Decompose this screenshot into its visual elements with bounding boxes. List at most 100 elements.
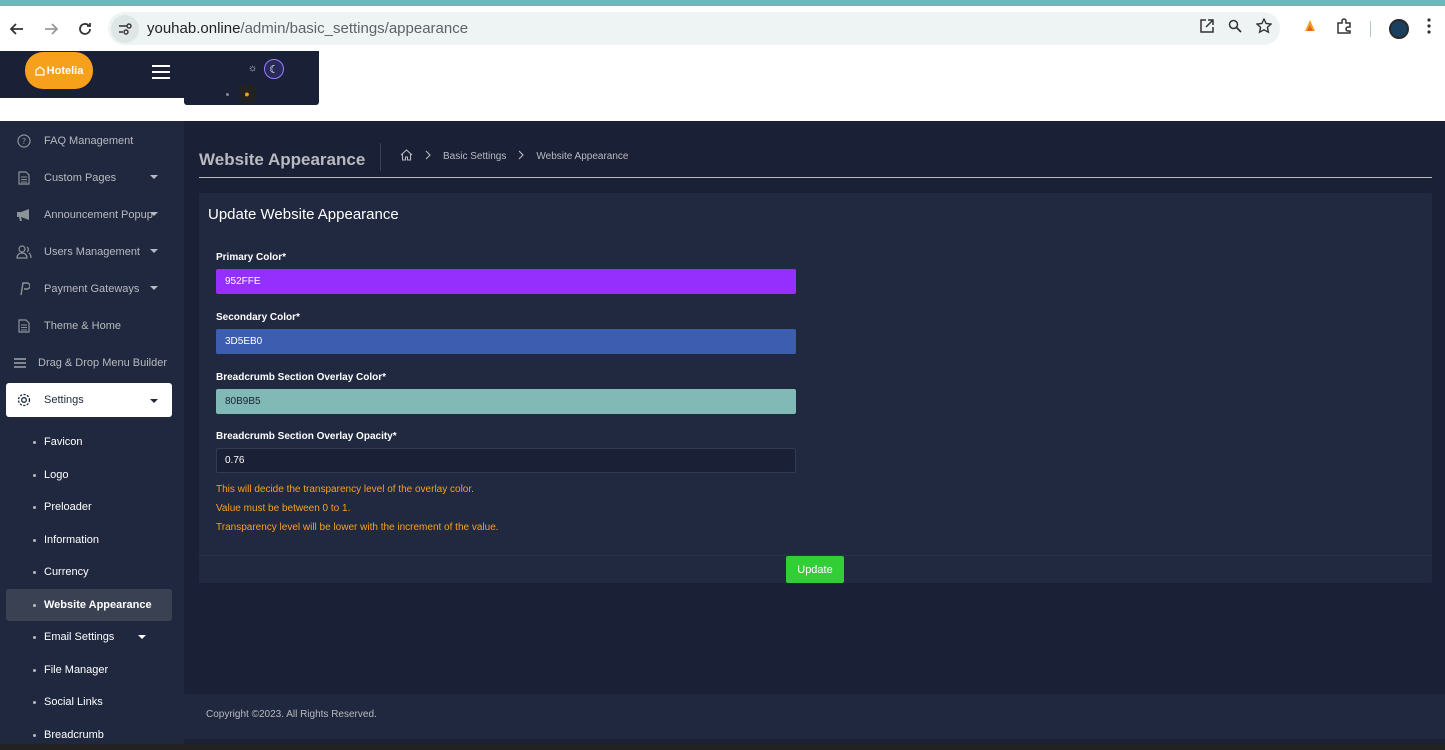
- sidebar-item-users-management[interactable]: Users Management: [0, 233, 184, 270]
- browser-menu-icon[interactable]: [1427, 18, 1431, 39]
- app-header: Hotelia ☼ ☾ ●: [0, 51, 1445, 121]
- caret-down-icon: [150, 286, 158, 290]
- overlay-opacity-group: Breadcrumb Section Overlay Opacity* 0.76…: [216, 431, 796, 537]
- address-bar[interactable]: youhab.online/admin/basic_settings/appea…: [108, 12, 1280, 45]
- secondary-color-label: Secondary Color*: [216, 312, 300, 323]
- update-button[interactable]: Update: [786, 556, 844, 583]
- submenu-item-email-settings[interactable]: Email Settings: [0, 621, 184, 654]
- submenu-item-label: Email Settings: [44, 631, 115, 644]
- back-icon[interactable]: [0, 12, 34, 46]
- page-footer: Copyright ©2023. All Rights Reserved.: [184, 694, 1445, 739]
- submenu-item-currency[interactable]: Currency: [0, 556, 184, 589]
- main-content: Website Appearance Basic Settings Websit…: [184, 121, 1445, 750]
- browser-toolbar: youhab.online/admin/basic_settings/appea…: [0, 6, 1445, 51]
- overlay-color-input[interactable]: 80B9B5: [216, 389, 796, 414]
- profile-avatar[interactable]: [1389, 18, 1409, 39]
- zoom-icon[interactable]: [1228, 19, 1242, 38]
- file-icon: [16, 318, 32, 334]
- card-title: Update Website Appearance: [208, 206, 399, 223]
- sidebar-item-label: FAQ Management: [44, 134, 134, 147]
- sidebar-item-label: Users Management: [44, 245, 140, 258]
- sidebar-item-label: Settings: [44, 394, 84, 406]
- extensions-puzzle-icon[interactable]: [1336, 18, 1352, 39]
- submenu-item-file-manager[interactable]: File Manager: [0, 654, 184, 687]
- sidebar-item-label: Theme & Home: [44, 319, 122, 332]
- submenu-item-website-appearance[interactable]: Website Appearance: [6, 588, 172, 621]
- toolbar-divider: [1370, 20, 1371, 37]
- users-icon: [16, 244, 32, 260]
- overlay-color-group: Breadcrumb Section Overlay Color* 80B9B5: [216, 372, 796, 414]
- status-dot: [226, 93, 229, 96]
- logo-text: Hotelia: [46, 64, 84, 77]
- gear-icon: [16, 392, 32, 408]
- copyright-text: Copyright ©2023. All Rights Reserved.: [206, 709, 377, 720]
- primary-color-input[interactable]: 952FFE: [216, 269, 796, 294]
- sidebar-item-label: Drag & Drop Menu Builder: [38, 356, 168, 369]
- submenu-item-logo[interactable]: Logo: [0, 459, 184, 492]
- submenu-item-label: Preloader: [44, 501, 92, 514]
- page-title: Website Appearance: [199, 150, 366, 169]
- breadcrumb-item-basic-settings[interactable]: Basic Settings: [443, 151, 506, 162]
- sidebar-item-faq[interactable]: ? FAQ Management: [0, 122, 184, 159]
- primary-color-group: Primary Color* 952FFE: [216, 252, 796, 294]
- overlay-opacity-input[interactable]: 0.76: [216, 448, 796, 473]
- caret-down-icon: [150, 399, 158, 403]
- file-icon: [16, 170, 32, 186]
- moon-icon[interactable]: ☾: [264, 59, 284, 79]
- question-circle-icon: ?: [16, 133, 32, 149]
- reload-icon[interactable]: [68, 12, 102, 46]
- submenu-item-favicon[interactable]: Favicon: [0, 426, 184, 459]
- home-icon[interactable]: [400, 149, 413, 164]
- megaphone-icon: [16, 207, 32, 223]
- menu-toggle-icon[interactable]: [152, 65, 170, 79]
- submenu-item-label: Favicon: [44, 436, 83, 449]
- overlay-opacity-label: Breadcrumb Section Overlay Opacity*: [216, 431, 397, 442]
- help-line: Transparency level will be lower with th…: [216, 522, 499, 533]
- primary-color-label: Primary Color*: [216, 252, 287, 263]
- caret-down-icon: [150, 175, 158, 179]
- site-info-icon[interactable]: [111, 14, 139, 43]
- help-line: Value must be between 0 to 1.: [216, 503, 351, 514]
- caret-down-icon: [138, 635, 146, 639]
- submenu-item-label: Social Links: [44, 696, 103, 709]
- submenu-item-preloader[interactable]: Preloader: [0, 491, 184, 524]
- bookmark-star-icon[interactable]: [1255, 17, 1273, 39]
- submenu-item-label: Currency: [44, 566, 89, 579]
- avatar[interactable]: ●: [239, 85, 255, 103]
- sidebar-item-label: Custom Pages: [44, 171, 117, 184]
- overlay-color-label: Breadcrumb Section Overlay Color*: [216, 372, 387, 383]
- submenu-item-label: File Manager: [44, 663, 109, 676]
- extension-icon[interactable]: [1302, 18, 1318, 39]
- caret-down-icon: [150, 212, 158, 216]
- help-line: This will decide the transparency level …: [216, 484, 474, 495]
- chevron-right-icon: [425, 150, 431, 163]
- bars-icon: [12, 355, 28, 371]
- sidebar-item-theme-home[interactable]: Theme & Home: [0, 307, 184, 344]
- submenu-item-label: Information: [44, 533, 100, 546]
- forward-icon[interactable]: [34, 12, 68, 46]
- sidebar-item-announcement-popup[interactable]: Announcement Popup: [0, 196, 184, 233]
- sidebar-item-custom-pages[interactable]: Custom Pages: [0, 159, 184, 196]
- submenu-item-label: Logo: [44, 468, 69, 481]
- breadcrumb: Basic Settings Website Appearance: [400, 149, 628, 164]
- open-external-icon[interactable]: [1200, 19, 1214, 38]
- sun-icon[interactable]: ☼: [248, 63, 257, 74]
- sidebar-item-label: Announcement Popup: [44, 208, 153, 221]
- header-divider: [199, 177, 1432, 178]
- sidebar-item-payment-gateways[interactable]: Payment Gateways: [0, 270, 184, 307]
- caret-down-icon: [150, 249, 158, 253]
- theme-switcher: ☼ ☾ ●: [184, 51, 319, 105]
- sidebar-item-menu-builder[interactable]: Drag & Drop Menu Builder: [0, 344, 184, 381]
- secondary-color-group: Secondary Color* 3D5EB0: [216, 312, 796, 354]
- opacity-help-text: This will decide the transparency level …: [216, 480, 796, 537]
- secondary-color-input[interactable]: 3D5EB0: [216, 329, 796, 354]
- submenu-item-information[interactable]: Information: [0, 524, 184, 557]
- logo[interactable]: Hotelia: [25, 52, 93, 89]
- appearance-card: Update Website Appearance Primary Color*…: [199, 193, 1432, 583]
- breadcrumb-item-current: Website Appearance: [536, 151, 629, 162]
- taskbar-strip: [0, 744, 1445, 750]
- chevron-right-icon: [518, 150, 525, 163]
- sidebar-item-settings[interactable]: Settings: [6, 383, 172, 417]
- submenu-item-social-links[interactable]: Social Links: [0, 686, 184, 719]
- svg-text:?: ?: [22, 137, 26, 146]
